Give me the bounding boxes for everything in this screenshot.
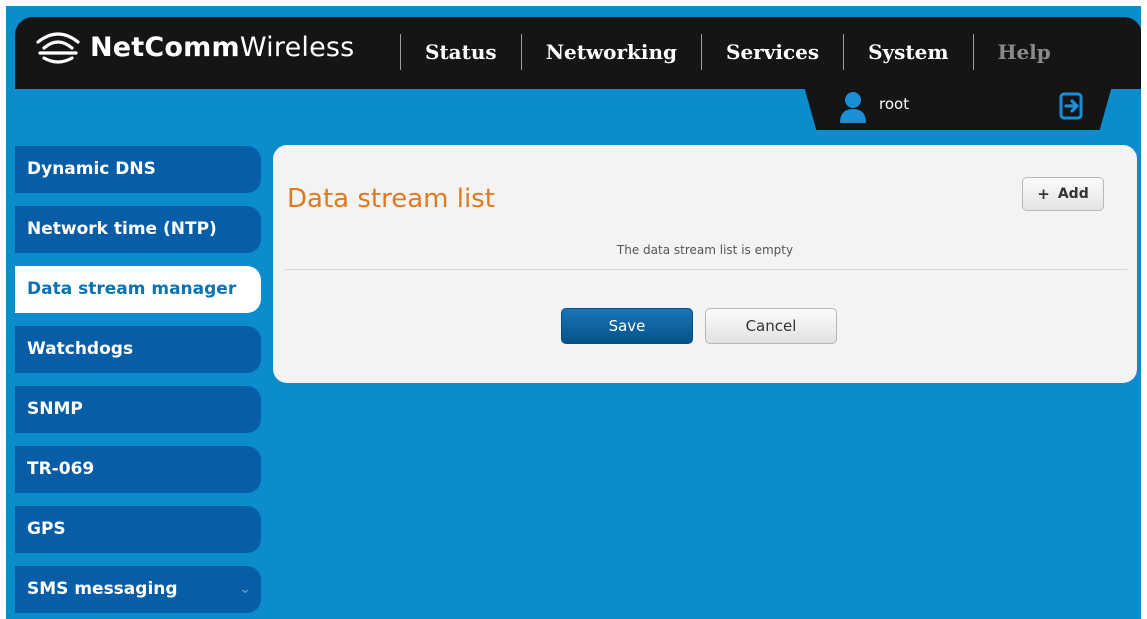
sidebar-item-network-time[interactable]: Network time (NTP) — [15, 206, 261, 253]
cancel-button[interactable]: Cancel — [705, 308, 837, 344]
chevron-down-icon: ⌄ — [239, 581, 251, 597]
app-frame: NetCommWireless Status Networking Servic… — [6, 6, 1141, 619]
nav-item-system[interactable]: System — [844, 34, 972, 70]
nav-item-networking[interactable]: Networking — [522, 34, 701, 70]
page-title: Data stream list — [287, 184, 495, 214]
save-button[interactable]: Save — [561, 308, 693, 344]
brand-logo[interactable]: NetCommWireless — [36, 30, 354, 64]
user-icon — [840, 92, 866, 123]
sidebar-item-sms-messaging[interactable]: SMS messaging ⌄ — [15, 566, 261, 613]
user-name: root — [879, 95, 910, 113]
sidebar-item-snmp[interactable]: SNMP — [15, 386, 261, 433]
sidebar-item-dynamic-dns[interactable]: Dynamic DNS — [15, 146, 261, 193]
brand-name-bold: NetComm — [90, 31, 240, 63]
brand-name-light: Wireless — [239, 31, 355, 63]
brand-name: NetCommWireless — [90, 32, 354, 63]
nav-item-services[interactable]: Services — [702, 34, 843, 70]
add-button-label: Add — [1057, 186, 1089, 202]
sidebar-item-watchdogs[interactable]: Watchdogs — [15, 326, 261, 373]
wifi-logo-icon — [36, 32, 80, 64]
divider — [285, 269, 1127, 270]
logout-icon[interactable] — [1059, 92, 1085, 120]
data-stream-panel: Data stream list + Add The data stream l… — [273, 145, 1137, 383]
empty-list-message: The data stream list is empty — [616, 243, 794, 257]
main-nav: Status Networking Services System Help — [400, 34, 1075, 70]
sidebar-item-gps[interactable]: GPS — [15, 506, 261, 553]
nav-item-status[interactable]: Status — [401, 34, 521, 70]
sidebar-item-tr-069[interactable]: TR-069 — [15, 446, 261, 493]
sidebar-item-data-stream-manager[interactable]: Data stream manager — [15, 266, 261, 313]
add-button[interactable]: + Add — [1022, 177, 1104, 211]
nav-item-help[interactable]: Help — [974, 34, 1075, 70]
sidebar-item-label: SMS messaging — [27, 579, 178, 599]
plus-icon: + — [1037, 185, 1050, 203]
